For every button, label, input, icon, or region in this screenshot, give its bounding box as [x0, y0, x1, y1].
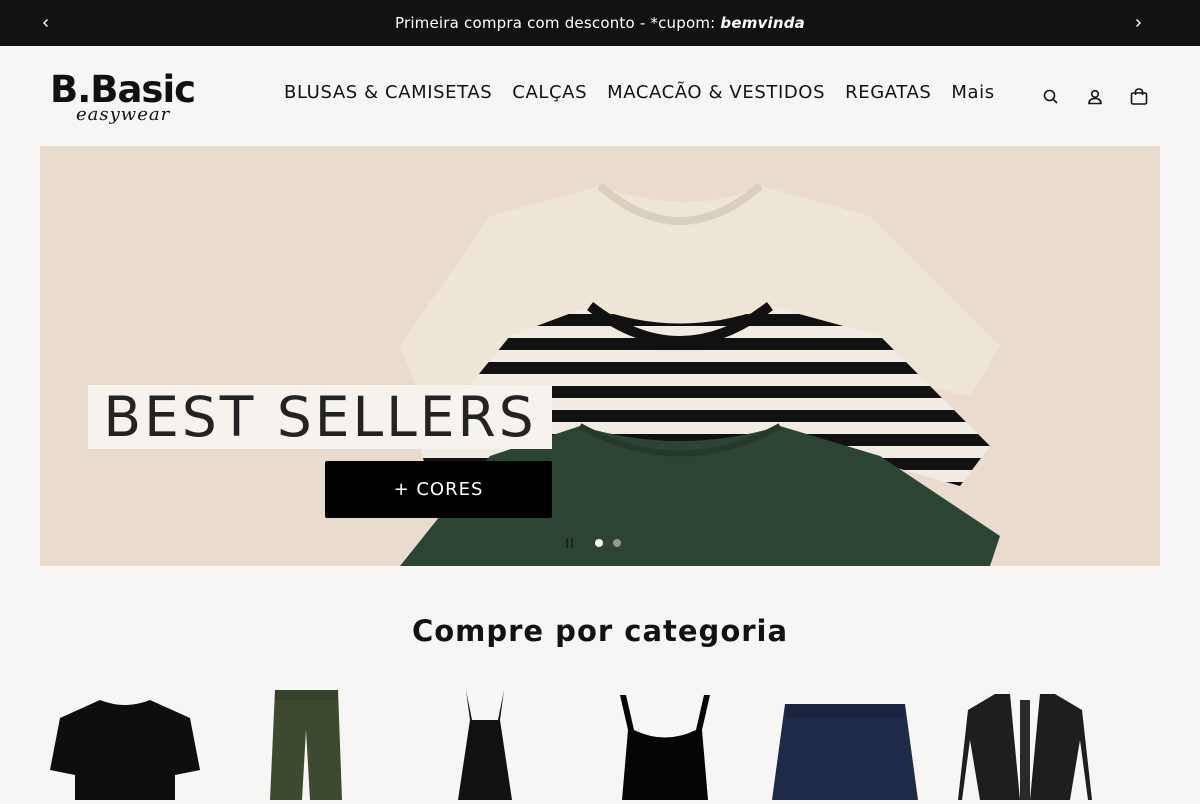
category-cardigan[interactable] — [940, 680, 1110, 800]
section-title: Compre por categoria — [411, 614, 789, 648]
main-nav: BLUSAS & CAMISETAS CALÇAS MACACÃO & VEST… — [284, 82, 995, 103]
account-icon[interactable] — [1084, 86, 1106, 108]
shorts-image — [772, 704, 918, 800]
logo-tagline: easywear — [76, 104, 171, 125]
category-tshirt[interactable] — [40, 680, 210, 800]
hero-title: BEST SELLERS — [103, 385, 537, 449]
search-icon[interactable] — [1040, 86, 1062, 108]
tshirt-image — [50, 700, 200, 800]
cardigan-image — [958, 694, 1092, 800]
nav-item-mais[interactable]: Mais — [951, 82, 994, 103]
header-icons — [1040, 86, 1150, 108]
pants-image — [270, 690, 342, 800]
slide-dot-2[interactable] — [613, 539, 621, 547]
slideshow-controls — [566, 538, 621, 548]
category-shorts[interactable] — [760, 680, 930, 800]
chevron-right-icon[interactable] — [1129, 14, 1147, 32]
hero-image — [40, 146, 1160, 566]
announcement-message: Primeira compra com desconto - *cupom: — [394, 14, 721, 32]
logo[interactable]: B.Basic easywear — [50, 70, 200, 130]
coupon-code: bemvinda — [720, 14, 806, 32]
announcement-bar: Primeira compra com desconto - *cupom: b… — [0, 0, 1200, 46]
announcement-text: Primeira compra com desconto - *cupom: b… — [395, 14, 805, 32]
hero-banner[interactable]: BEST SELLERS + CORES — [40, 146, 1160, 566]
slide-dot-1[interactable] — [595, 539, 603, 547]
cart-icon[interactable] — [1128, 86, 1150, 108]
category-pants[interactable] — [220, 680, 390, 800]
nav-item-macacao[interactable]: MACACÃO & VESTIDOS — [607, 82, 825, 103]
nav-item-blusas[interactable]: BLUSAS & CAMISETAS — [284, 82, 492, 103]
hero-title-box: BEST SELLERS — [88, 385, 552, 449]
chevron-left-icon[interactable] — [37, 14, 55, 32]
dress-image — [458, 690, 512, 800]
category-tank-top[interactable] — [580, 680, 750, 800]
site-header: B.Basic easywear BLUSAS & CAMISETAS CALÇ… — [0, 46, 1200, 146]
nav-item-regatas[interactable]: REGATAS — [845, 82, 931, 103]
nav-item-calcas[interactable]: CALÇAS — [512, 82, 587, 103]
category-dress[interactable] — [400, 680, 570, 800]
more-colors-button[interactable]: + CORES — [325, 461, 552, 518]
tank-top-image — [620, 695, 710, 800]
pause-icon[interactable] — [566, 538, 585, 548]
category-list — [40, 680, 1160, 800]
